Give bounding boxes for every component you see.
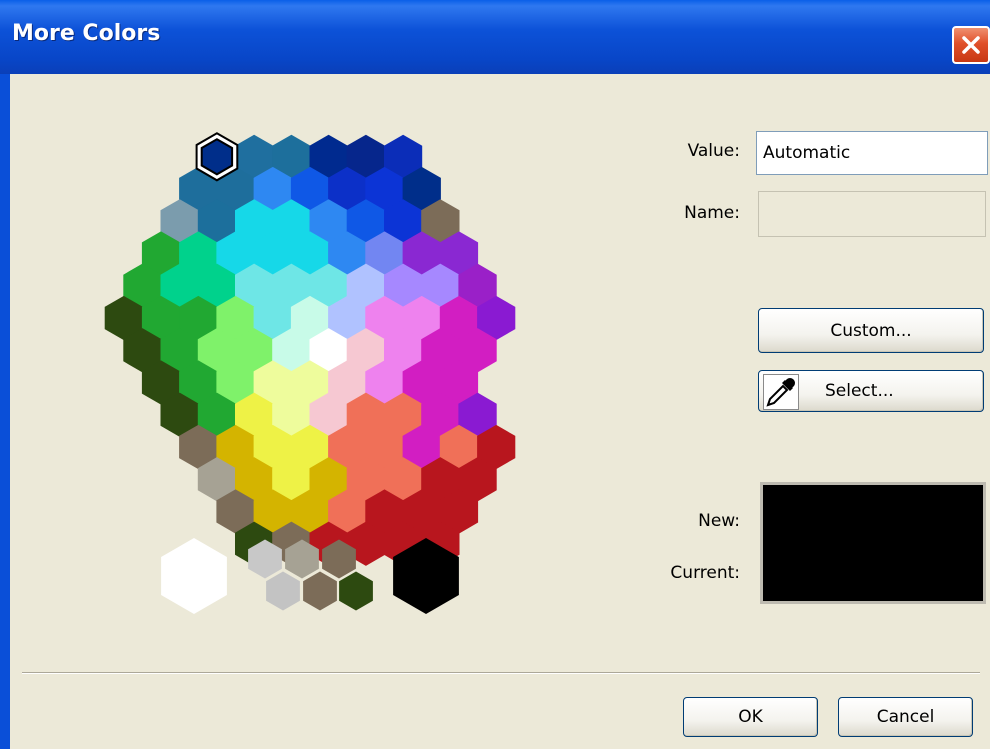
separator xyxy=(22,672,980,674)
white-swatch[interactable] xyxy=(161,538,227,614)
name-label: Name: xyxy=(684,203,740,223)
value-label: Value: xyxy=(687,141,740,161)
gray-swatch[interactable] xyxy=(303,571,337,611)
custom-button[interactable]: Custom... xyxy=(758,308,984,353)
more-colors-dialog: More Colors Value: Name: Custom... Selec… xyxy=(0,0,990,749)
cancel-button[interactable]: Cancel xyxy=(838,697,973,737)
name-field xyxy=(758,191,986,237)
close-button[interactable] xyxy=(952,26,990,64)
color-palette xyxy=(104,132,516,614)
gray-swatch[interactable] xyxy=(266,571,300,611)
current-label: Current: xyxy=(670,563,740,583)
close-icon xyxy=(962,36,980,54)
ok-button[interactable]: OK xyxy=(683,697,818,737)
select-button-label: Select... xyxy=(825,381,894,401)
select-button[interactable]: Select... xyxy=(758,370,984,412)
gray-swatch[interactable] xyxy=(339,571,373,611)
new-label: New: xyxy=(698,511,740,531)
value-input[interactable] xyxy=(756,131,988,175)
selected-swatch[interactable] xyxy=(200,138,234,176)
current-color-swatch xyxy=(763,543,983,601)
new-color-swatch xyxy=(763,485,983,543)
color-preview xyxy=(760,482,986,604)
eyedropper-icon xyxy=(763,374,799,410)
